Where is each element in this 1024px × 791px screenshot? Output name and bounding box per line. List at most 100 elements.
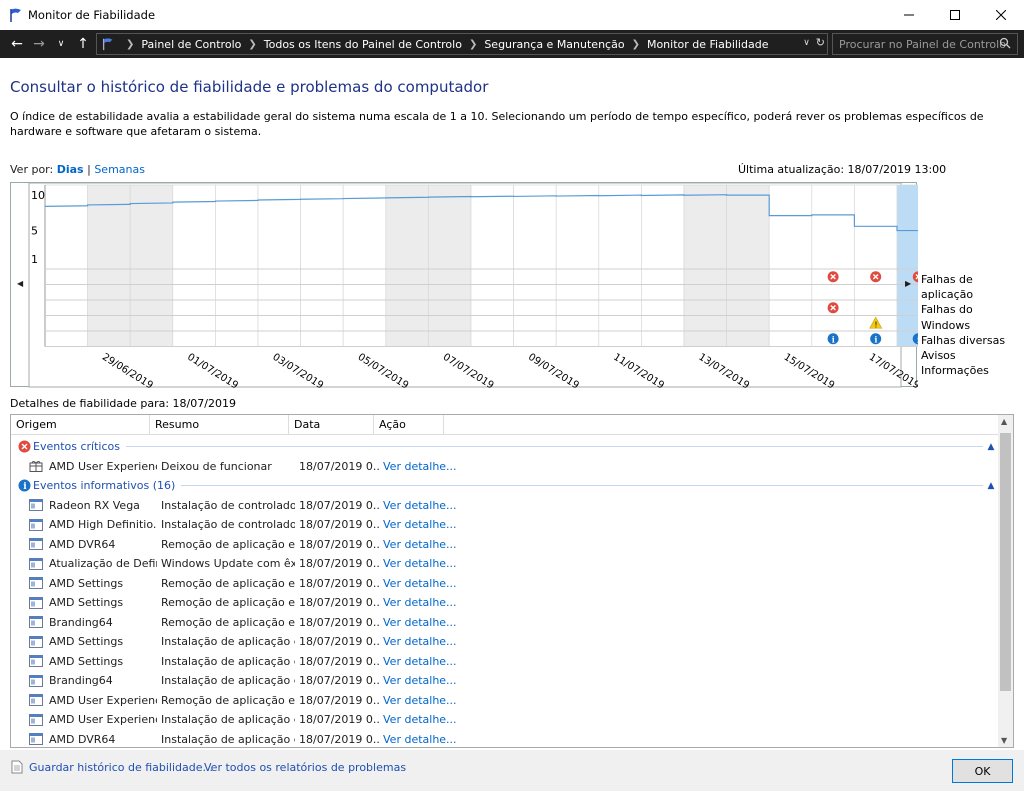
view-by-weeks-link[interactable]: Semanas [94,163,145,176]
breadcrumb-separator: ❯ [126,38,135,50]
table-row[interactable]: Radeon RX Vega Instalação de controlador.… [11,496,459,516]
cell-resumo: Instalação de controlador... [161,498,295,512]
day-column [342,184,387,347]
chevron-down-icon[interactable]: ∨ [803,38,810,49]
view-details-link[interactable]: Ver detalhe... [379,577,459,590]
table-row[interactable]: AMD Settings Remoção de aplicação efe... 1… [11,574,459,594]
day-column [428,184,472,347]
view-details-link[interactable]: Ver detalhe... [379,635,459,648]
table-row[interactable]: Branding64 Instalação de aplicação ef... 1… [11,671,459,691]
cell-resumo: Instalação de aplicação ef... [161,635,295,649]
table-row[interactable]: AMD User Experienc... Remoção de aplicaçã… [11,691,459,711]
y-tick-label: 10 [31,189,45,202]
category-label: Informações [921,364,989,378]
column-header-origem[interactable]: Origem [11,415,150,435]
collapse-icon[interactable]: ▲ [983,442,999,452]
recent-locations-icon[interactable]: ∨ [50,32,72,56]
day-column [385,184,429,347]
scroll-right-icon[interactable]: ▶ [905,279,911,288]
vertical-scrollbar[interactable]: ▲ ▼ [998,415,1013,747]
view-details-link[interactable]: Ver detalhe... [379,460,459,473]
info-icon-mark: i [832,334,835,344]
breadcrumb-item[interactable]: Monitor de Fiabilidade [647,38,769,51]
scroll-down-icon[interactable]: ▼ [1001,736,1007,745]
category-label: Falhas de aplicação [921,273,974,302]
view-details-link[interactable]: Ver detalhe... [379,616,459,629]
view-by-days-link[interactable]: Dias [57,163,84,176]
table-row[interactable]: AMD DVR64 Remoção de aplicação efe... 18/0… [11,535,459,555]
column-header-resumo[interactable]: Resumo [150,415,289,435]
scroll-left-icon[interactable]: ◀ [17,279,23,288]
cell-resumo: Instalação de aplicação ef... [161,732,295,746]
window-app-icon [29,538,43,551]
view-details-link[interactable]: Ver detalhe... [379,694,459,707]
ok-button[interactable]: OK [952,759,1013,783]
view-details-link[interactable]: Ver detalhe... [379,557,459,570]
reliability-chart[interactable]: 1051!iiii29/06/201901/07/201903/07/20190… [10,182,918,388]
search-input[interactable]: Procurar no Painel de Controlo [832,33,1018,55]
day-column [300,184,344,347]
search-icon[interactable] [999,37,1011,52]
view-all-reports-link[interactable]: Ver todos os relatórios de problemas [204,761,406,774]
view-details-link[interactable]: Ver detalhe... [379,733,459,746]
table-row[interactable]: AMD Settings Remoção de aplicação efe... 1… [11,593,459,613]
view-by: Ver por: Dias | Semanas [10,163,145,176]
refresh-icon[interactable]: ↻ [816,36,825,49]
table-row[interactable]: Atualização de Defin... Windows Update co… [11,554,459,574]
cell-origem: AMD User Experienc... [49,693,157,707]
group-header[interactable]: i Eventos informativos (16) ▲ [11,476,999,495]
group-header[interactable]: Eventos críticos ▲ [11,437,999,456]
breadcrumb-item[interactable]: Todos os Itens do Painel de Controlo [264,38,462,51]
breadcrumb-item[interactable]: Painel de Controlo [141,38,241,51]
flag-icon [102,38,113,51]
table-row[interactable]: AMD DVR64 Instalação de aplicação ef... 18… [11,730,459,748]
cell-resumo: Instalação de controlador... [161,518,295,532]
group-divider [181,485,983,486]
day-column [44,184,88,347]
cell-resumo: Remoção de aplicação efe... [161,576,295,590]
back-icon[interactable]: ← [6,32,28,56]
up-icon[interactable]: ↑ [72,32,94,56]
view-details-link[interactable]: Ver detalhe... [379,518,459,531]
breadcrumb[interactable]: ❯ Painel de Controlo ❯ Todos os Itens do… [96,33,828,55]
minimize-icon[interactable] [886,0,932,30]
svg-text:i: i [23,482,27,492]
error-icon [827,271,839,283]
column-header-acao[interactable]: Ação [374,415,444,435]
table-row[interactable]: AMD Settings Instalação de aplicação ef..… [11,632,459,652]
table-row[interactable]: AMD User Experienc... Instalação de aplic… [11,710,459,730]
table-row[interactable]: AMD High Definitio... Instalação de contr… [11,515,459,535]
chart-svg[interactable]: 1051!iiii29/06/201901/07/201903/07/20190… [11,183,918,388]
window-app-icon [29,733,43,746]
cell-resumo: Windows Update com êxi... [161,557,295,571]
day-column [87,184,131,347]
view-details-link[interactable]: Ver detalhe... [379,499,459,512]
scrollbar-thumb[interactable] [1000,433,1011,691]
column-header-data[interactable]: Data ^ [289,415,374,435]
cell-origem: Branding64 [49,615,113,629]
close-icon[interactable] [978,0,1024,30]
page-description: O índice de estabilidade avalia a estabi… [10,110,984,138]
view-details-link[interactable]: Ver detalhe... [379,538,459,551]
window-app-icon [29,557,43,570]
view-details-link[interactable]: Ver detalhe... [379,713,459,726]
scroll-up-icon[interactable]: ▲ [1001,417,1007,426]
y-tick-label: 1 [31,253,38,266]
collapse-icon[interactable]: ▲ [983,481,999,491]
day-column [811,184,855,347]
day-column [513,184,557,347]
search-placeholder: Procurar no Painel de Controlo [839,38,1006,51]
maximize-icon[interactable] [932,0,978,30]
day-column [555,184,600,347]
table-row[interactable]: Branding64 Remoção de aplicação efe... 18/… [11,613,459,633]
breadcrumb-item[interactable]: Segurança e Manutenção [484,38,624,51]
view-details-link[interactable]: Ver detalhe... [379,674,459,687]
forward-icon[interactable]: → [28,32,50,56]
save-history-link[interactable]: Guardar histórico de fiabilidade... [29,761,213,774]
table-row[interactable]: AMD Settings Instalação de aplicação ef..… [11,652,459,672]
info-icon: i [18,479,31,492]
view-details-link[interactable]: Ver detalhe... [379,596,459,609]
view-details-link[interactable]: Ver detalhe... [379,655,459,668]
details-table[interactable]: Origem Resumo Data ^ Ação Eventos crítico… [10,414,1014,748]
table-row[interactable]: AMD User Experienc... Deixou de funcionar… [11,457,459,477]
